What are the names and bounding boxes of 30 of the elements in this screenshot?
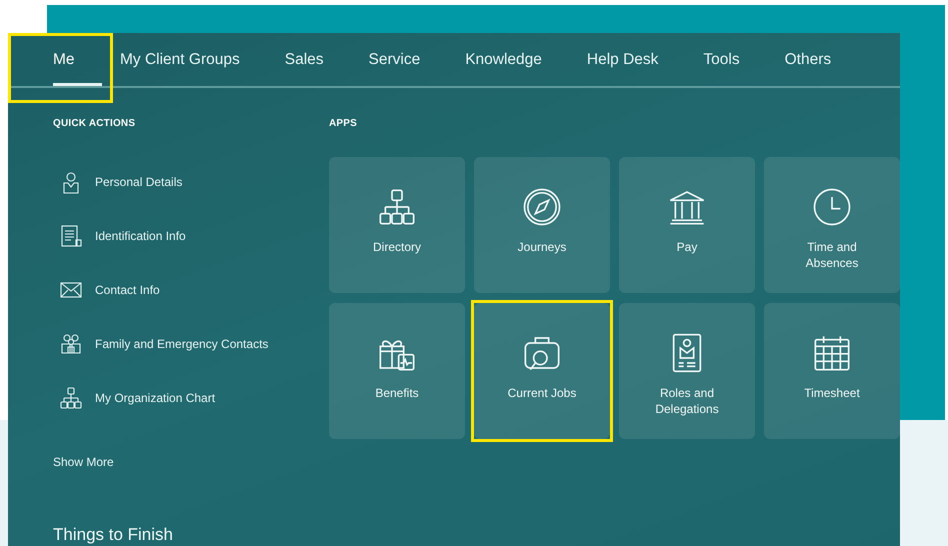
org-chart-icon — [59, 386, 83, 410]
nav-tab[interactable]: My Client Groups — [120, 33, 240, 86]
show-more-link[interactable]: Show More — [53, 455, 114, 469]
app-tile[interactable]: Time and Absences — [764, 157, 900, 293]
app-tile[interactable]: Pay — [619, 157, 755, 293]
nav-tab[interactable]: Tools — [703, 33, 740, 86]
app-tile[interactable]: Roles and Delegations — [619, 303, 755, 439]
quick-action-link[interactable]: My Organization Chart — [53, 386, 216, 410]
quick-action-link[interactable]: Identification Info — [53, 224, 186, 248]
app-tile[interactable]: Journeys — [474, 157, 610, 293]
quick-action-link[interactable]: Personal Details — [53, 170, 182, 194]
app-tile[interactable]: Timesheet — [764, 303, 900, 439]
app-tile[interactable]: Directory — [329, 157, 465, 293]
nav-tab[interactable]: Service — [368, 33, 420, 86]
org-chart-icon — [377, 187, 417, 227]
app-tile[interactable]: Current Jobs — [474, 303, 610, 439]
nav-tab[interactable]: Others — [784, 33, 832, 86]
section-heading: QUICK ACTIONS — [53, 118, 136, 131]
section-title: Things to Finish — [53, 525, 173, 546]
quick-action-link[interactable]: Contact Info — [53, 278, 160, 302]
compass-icon — [522, 187, 562, 227]
quick-action-link[interactable]: Family and Emergency Contacts — [53, 332, 268, 356]
family-icon — [59, 332, 83, 356]
nav-tab[interactable]: Sales — [284, 33, 324, 86]
app-tile[interactable]: Benefits — [329, 303, 465, 439]
document-icon — [59, 224, 83, 248]
section-heading: APPS — [329, 118, 358, 131]
nav-tab[interactable]: Knowledge — [465, 33, 542, 86]
clock-icon — [812, 187, 852, 227]
nav-tab[interactable]: Help Desk — [586, 33, 658, 86]
